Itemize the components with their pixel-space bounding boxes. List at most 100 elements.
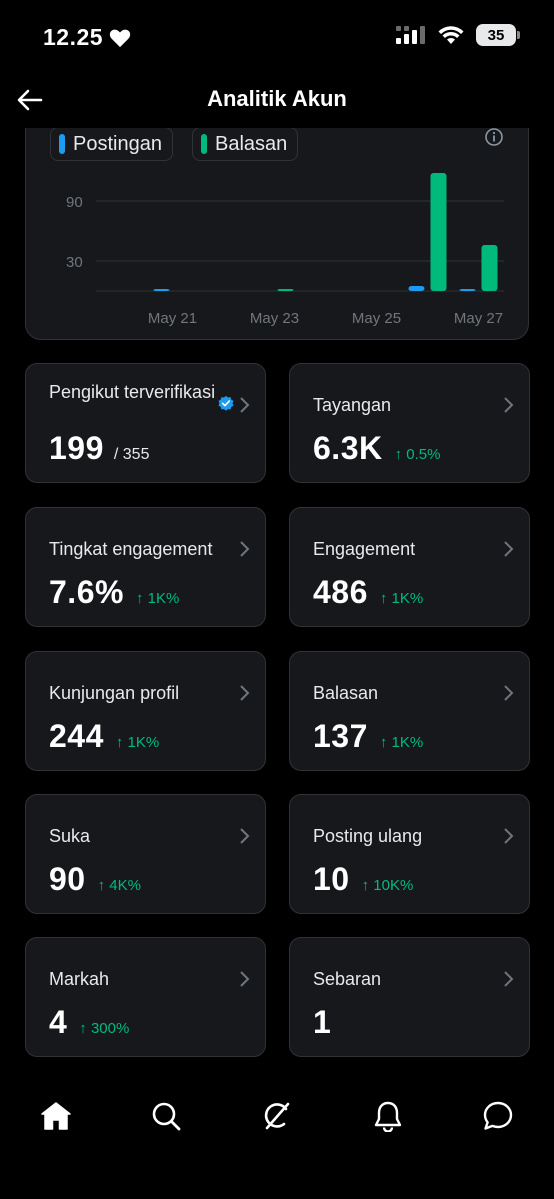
nav-grok[interactable] [257,1096,297,1136]
metric-value: 486 [313,574,368,610]
metric-label: Pengikut terverifikasi [49,382,216,402]
message-bubble-icon [483,1101,513,1130]
legend-swatch-postingan [59,134,65,154]
metric-value: 7.6% [49,574,124,610]
bar-postingan-6[interactable] [408,286,425,291]
home-icon [41,1102,71,1130]
metric-change: ↑ 4K% [97,877,141,894]
verified-badge-icon [218,395,234,411]
metric-value: 10 [313,861,350,897]
metric-value: 6.3K [313,430,383,466]
x-tick-label: May 27 [454,310,503,327]
metric-card-reposts[interactable]: Posting ulang 10 ↑ 10K% [289,794,530,914]
metric-value-row: 6.3K ↑ 0.5% [313,430,440,467]
chevron-right-icon [240,397,250,413]
metric-label: Suka [49,826,91,846]
metric-card-verified-followers[interactable]: Pengikut terverifikasi 199 / 355 [25,363,266,483]
bar-balasan-7[interactable] [481,245,498,291]
metric-value: 199 [49,430,104,466]
metric-card-shares[interactable]: Sebaran 1 [289,937,530,1057]
metric-label: Tingkat engagement [49,539,213,559]
metric-card-likes[interactable]: Suka 90 ↑ 4K% [25,794,266,914]
wifi-icon [438,26,464,44]
metric-value-row: 90 ↑ 4K% [49,861,141,898]
metric-label: Kunjungan profil [49,683,180,703]
legend-item-balasan[interactable]: Balasan [192,127,299,161]
bottom-nav [0,1080,554,1152]
chevron-right-icon [504,397,514,413]
metric-value-row: 486 ↑ 1K% [313,574,423,611]
y-tick-label: 90 [66,194,83,211]
chevron-right-icon [504,685,514,701]
activity-chart-card: 90 30 May 21 May 23 May 25 May 27 Postingan B… [25,100,529,340]
page-title: Analitik Akun [207,86,347,111]
metric-card-engagement-rate[interactable]: Tingkat engagement 7.6% ↑ 1K% [25,507,266,627]
chevron-right-icon [240,971,250,987]
chevron-right-icon [504,541,514,557]
metric-card-engagement[interactable]: Engagement 486 ↑ 1K% [289,507,530,627]
x-tick-label: May 23 [250,310,299,327]
metric-change: ↑ 300% [79,1020,130,1037]
nav-notifications[interactable] [368,1096,408,1136]
chart-bars [153,173,498,291]
nav-home[interactable] [36,1096,76,1136]
status-time: 12.25 [43,24,131,51]
metric-value-row: 244 ↑ 1K% [49,718,159,755]
app-header: Analitik Akun [0,72,554,128]
status-icons: 35 [396,24,520,46]
bar-balasan-3[interactable] [277,289,294,291]
chevron-right-icon [504,828,514,844]
metric-change: ↑ 1K% [135,590,180,607]
legend-label-postingan: Postingan [73,132,162,155]
metric-label: Sebaran [313,969,382,989]
legend-item-postingan[interactable]: Postingan [50,127,173,161]
x-tick-label: May 25 [352,310,401,327]
heart-icon [109,29,131,47]
battery-indicator: 35 [476,24,520,46]
metric-change: ↑ 1K% [379,590,424,607]
metric-value-row: 4 ↑ 300% [49,1004,129,1041]
bar-balasan-6[interactable] [430,173,447,291]
metric-change: ↑ 1K% [379,734,424,751]
metric-card-replies[interactable]: Balasan 137 ↑ 1K% [289,651,530,771]
metric-change: ↑ 10K% [361,877,414,894]
metric-value: 4 [49,1004,68,1040]
x-tick-label: May 21 [148,310,197,327]
chevron-right-icon [240,828,250,844]
y-tick-label: 30 [66,254,83,271]
metric-value-row: 199 / 355 [49,430,149,467]
metric-value: 90 [49,861,86,897]
metric-card-impressions[interactable]: Tayangan 6.3K ↑ 0.5% [289,363,530,483]
metric-value-row: 137 ↑ 1K% [313,718,423,755]
status-bar: 12.25 35 [0,0,554,72]
metric-label: Posting ulang [313,826,423,846]
metric-label: Balasan [313,683,379,703]
metric-value-row: 10 ↑ 10K% [313,861,413,898]
info-icon[interactable] [484,127,504,147]
metric-card-profile-visits[interactable]: Kunjungan profil 244 ↑ 1K% [25,651,266,771]
nav-search[interactable] [146,1096,186,1136]
bar-postingan-1[interactable] [153,289,170,291]
chevron-right-icon [504,971,514,987]
legend-swatch-balasan [201,134,207,154]
metric-value: 1 [313,1004,332,1040]
metric-change: ↑ 1K% [115,734,160,751]
signal-icon [396,26,425,44]
bell-icon [374,1101,402,1132]
metric-value-row: 7.6% ↑ 1K% [49,574,179,611]
metric-value-row: 1 [313,1004,343,1041]
legend-label-balasan: Balasan [215,132,288,155]
metric-label: Tayangan [313,395,392,415]
metric-value: 244 [49,718,104,754]
grok-icon [264,1102,290,1130]
metric-value: 137 [313,718,368,754]
chevron-right-icon [240,685,250,701]
metric-change: ↑ 0.5% [394,446,441,463]
clock: 12.25 [43,24,104,50]
metric-label: Engagement [313,539,416,559]
nav-messages[interactable] [478,1096,518,1136]
metric-card-bookmarks[interactable]: Markah 4 ↑ 300% [25,937,266,1057]
metric-label: Markah [49,969,110,989]
search-icon [152,1102,181,1131]
bar-postingan-7[interactable] [459,289,476,291]
